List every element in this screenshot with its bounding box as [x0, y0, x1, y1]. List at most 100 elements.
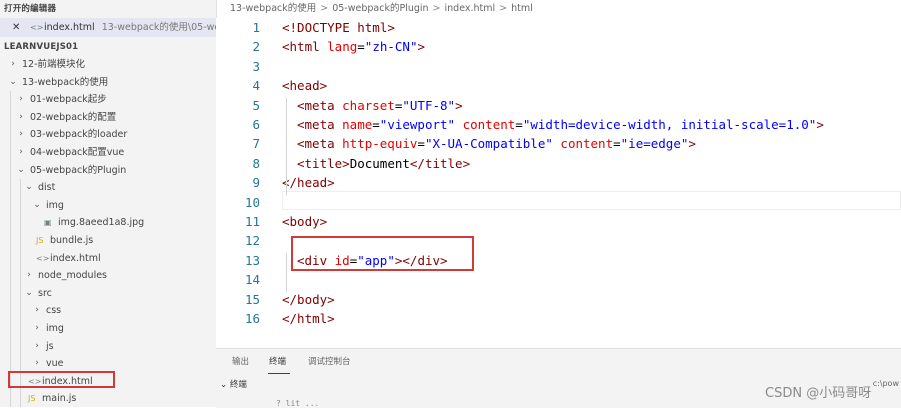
breadcrumb-item[interactable]: html: [511, 3, 533, 14]
code-token: "X-UA-Compatible": [424, 136, 553, 152]
code-token: =: [372, 117, 380, 132]
highlight-box: [8, 371, 115, 388]
indent-guide: [20, 337, 21, 356]
close-icon[interactable]: ✕: [12, 18, 20, 37]
open-editors-header[interactable]: 打开的编辑器: [0, 0, 216, 18]
code-line[interactable]: <body>: [282, 214, 327, 229]
code-token: "ie=edge": [620, 136, 689, 152]
workspace-header[interactable]: LEARNVUEJS01: [0, 38, 216, 56]
tree-item[interactable]: <> index.html: [0, 249, 216, 268]
tree-item[interactable]: › node_modules: [0, 267, 216, 285]
tree-item-label: main.js: [42, 393, 77, 405]
indent-guide: [10, 126, 11, 144]
tree-item[interactable]: JS main.js: [0, 390, 216, 407]
indent-guide: [10, 337, 11, 356]
code-line[interactable]: <meta name="viewport" content="width=dev…: [297, 117, 824, 132]
chevron-down-icon: ⌄: [25, 287, 33, 298]
tree-item[interactable]: › js: [0, 337, 216, 356]
code-token: <meta: [297, 117, 343, 132]
tab-terminal[interactable]: 终端: [269, 355, 286, 367]
line-number: 14: [244, 272, 260, 288]
code-line[interactable]: </body>: [282, 292, 335, 307]
tree-item[interactable]: ▣ img.8aeed1a8.jpg: [0, 214, 216, 232]
code-line[interactable]: <head>: [282, 78, 327, 93]
terminal-shell-label[interactable]: c:\pow: [873, 379, 899, 388]
open-editor-item[interactable]: ✕ <> index.html 13-webpack的使用\05-we...: [0, 18, 216, 37]
indent-guide: [20, 267, 21, 285]
tree-item-label: node_modules: [38, 270, 108, 282]
tree-item-label: 12-前端模块化: [22, 59, 86, 70]
tree-item[interactable]: › css: [0, 302, 216, 320]
breadcrumb-item[interactable]: 05-webpack的Plugin: [332, 3, 428, 14]
code-token: <head>: [282, 78, 328, 94]
indent-guide: [20, 179, 21, 197]
code-token: <meta: [297, 136, 343, 152]
code-highlight-box: [291, 236, 474, 271]
tree-item-label: 04-webpack配置vue: [30, 146, 125, 158]
code-line[interactable]: <title>Document</title>: [297, 156, 470, 171]
indent-guide: [10, 302, 11, 320]
html-file-icon: <>: [36, 253, 50, 263]
js-file-icon: JS: [36, 235, 44, 245]
terminal-header[interactable]: ⌄ 终端: [220, 378, 247, 390]
code-token: =: [515, 117, 523, 132]
current-line-highlight: [282, 191, 901, 210]
line-number: 5: [252, 97, 260, 113]
code-token: content: [560, 136, 614, 152]
code-editor[interactable]: 1 <!DOCTYPE html> 2 <html lang="zh-CN"> 3 4 <h…: [216, 18, 901, 348]
tree-item[interactable]: › img: [0, 319, 216, 338]
code-line[interactable]: </html>: [282, 311, 335, 326]
code-token: Document: [349, 155, 410, 171]
chevron-down-icon: ⌄: [9, 76, 17, 87]
tree-item[interactable]: ⌄ 05-webpack的Plugin: [0, 161, 216, 180]
tree-item[interactable]: JS bundle.js: [0, 231, 216, 250]
tree-item-label: src: [38, 287, 52, 299]
chevron-down-icon: ⌄: [17, 164, 25, 175]
line-number: 7: [252, 136, 260, 152]
line-number: 12: [244, 233, 260, 249]
line-number: 13: [244, 252, 260, 268]
tree-item[interactable]: › 12-前端模块化: [0, 56, 216, 74]
code-token: name: [342, 117, 373, 132]
js-file-icon: JS: [28, 394, 36, 404]
tree-item[interactable]: ⌄ 13-webpack的使用: [0, 74, 216, 92]
code-token: "UTF-8": [402, 97, 456, 113]
line-number: 4: [252, 78, 260, 94]
tree-item[interactable]: ⌄ dist: [0, 179, 216, 197]
line-number: 1: [252, 20, 260, 35]
code-line[interactable]: <!DOCTYPE html>: [282, 20, 395, 35]
breadcrumb-item[interactable]: 13-webpack的使用: [230, 3, 316, 14]
chevron-right-icon: ›: [19, 94, 23, 105]
tab-debug-console[interactable]: 调试控制台: [308, 355, 351, 367]
code-line[interactable]: </head>: [282, 175, 335, 190]
code-line[interactable]: <meta charset="UTF-8">: [297, 98, 463, 113]
tree-item[interactable]: › 01-webpack起步: [0, 91, 216, 109]
chevron-right-icon: >: [499, 3, 508, 14]
code-token: </title>: [409, 155, 471, 171]
chevron-right-icon: ›: [35, 340, 39, 351]
indent-guide: [20, 302, 21, 320]
tree-item-label: 13-webpack的使用: [22, 76, 109, 88]
chevron-right-icon: ›: [27, 270, 31, 281]
chevron-down-icon: ⌄: [25, 182, 33, 193]
chevron-right-icon: ›: [19, 111, 23, 122]
indent-guide: [20, 249, 21, 268]
breadcrumb-item[interactable]: index.html: [445, 3, 496, 14]
tree-item[interactable]: › 04-webpack配置vue: [0, 143, 216, 162]
tree-item[interactable]: ⌄ img: [0, 196, 216, 215]
tree-item-label: css: [46, 305, 62, 317]
code-token: </html>: [282, 311, 335, 326]
tab-output[interactable]: 输出: [232, 355, 249, 367]
tree-item[interactable]: › 03-webpack的loader: [0, 126, 216, 144]
code-token: =: [357, 39, 365, 55]
tree-item[interactable]: ⌄ src: [0, 284, 216, 303]
line-number: 15: [244, 291, 260, 307]
indent-guide: [20, 214, 21, 232]
explorer-sidebar: 打开的编辑器 ✕ <> index.html 13-webpack的使用\05-…: [0, 0, 217, 407]
code-token: charset: [342, 97, 395, 113]
tree-item[interactable]: › 02-webpack的配置: [0, 108, 216, 127]
code-line[interactable]: <html lang="zh-CN">: [282, 39, 425, 54]
indent-guide: [20, 390, 21, 407]
code-line[interactable]: <meta http-equiv="X-UA-Compatible" conte…: [297, 136, 696, 151]
watermark: CSDN @小码哥呀: [765, 386, 872, 401]
